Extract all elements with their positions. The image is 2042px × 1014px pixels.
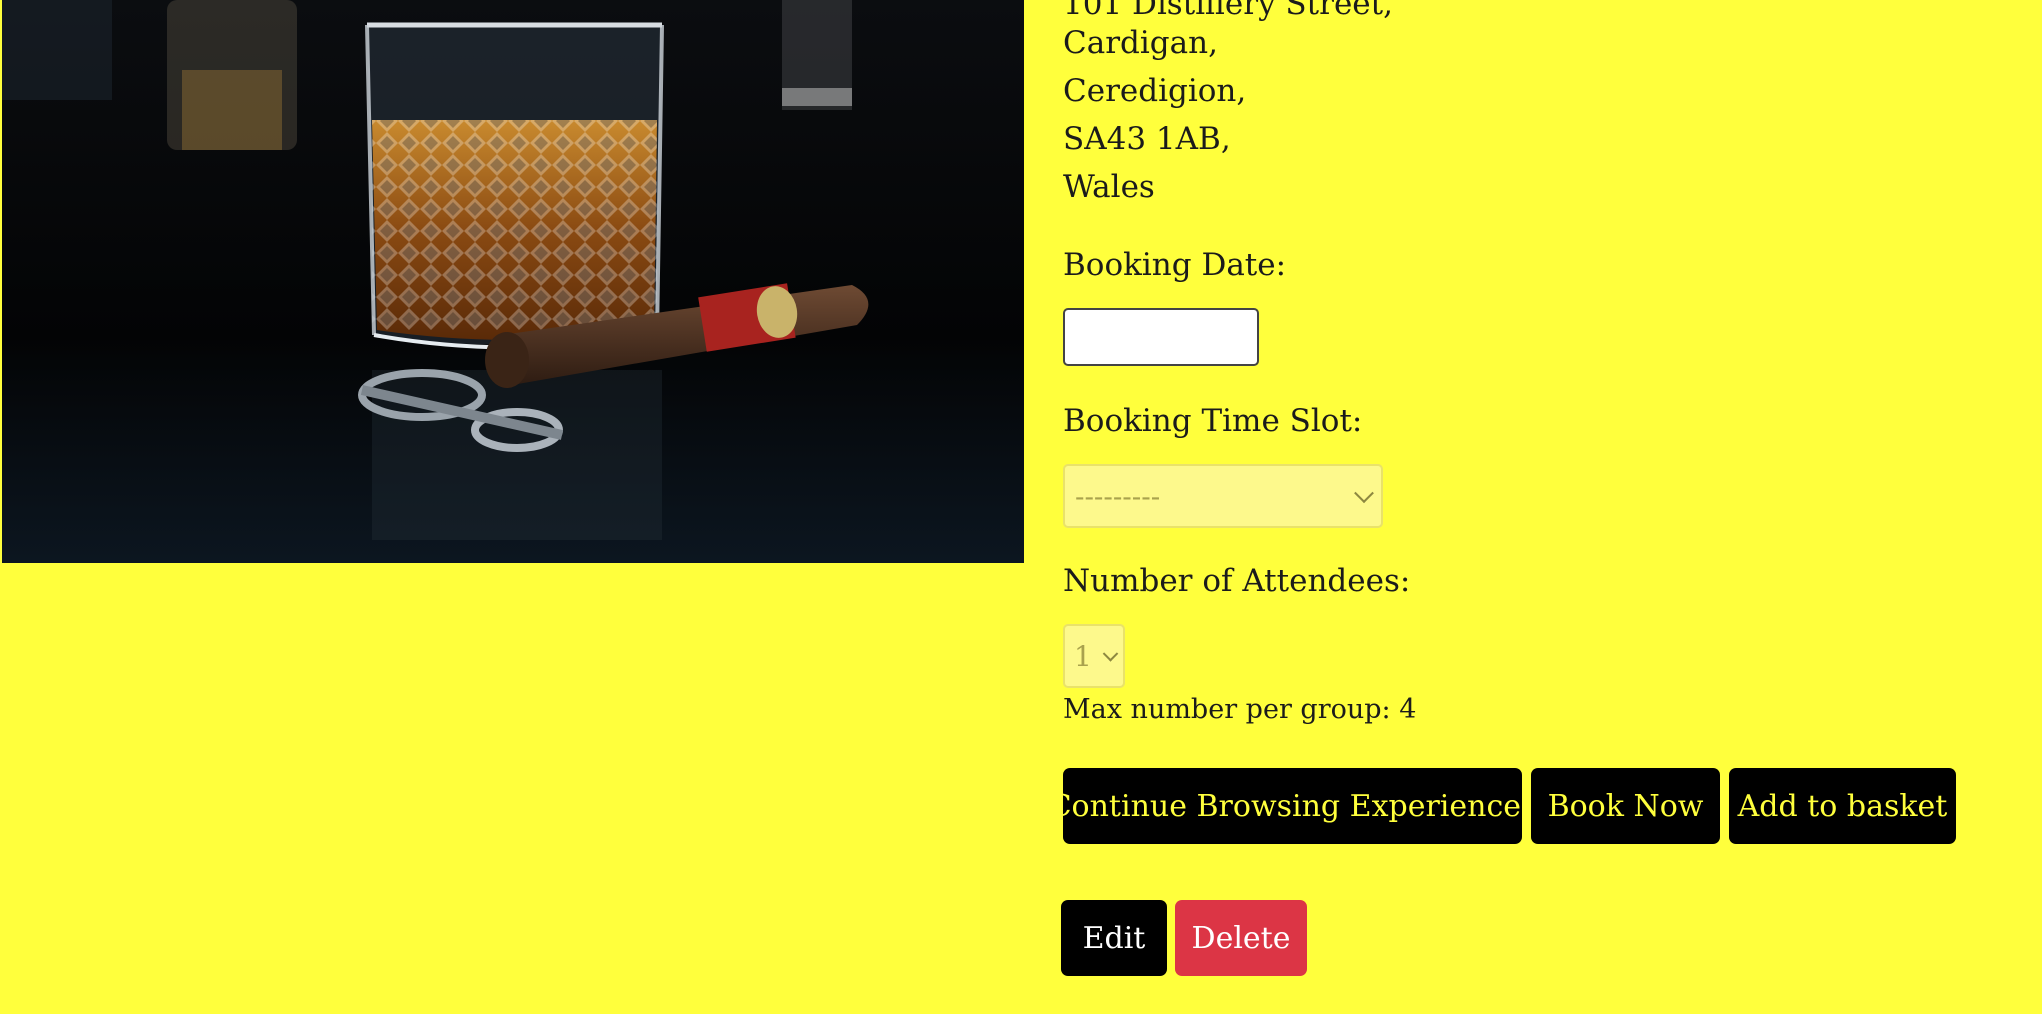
chevron-down-icon: [1354, 483, 1374, 504]
address-line-town: Cardigan,: [1063, 25, 1218, 61]
attendees-label: Number of Attendees:: [1063, 563, 1411, 599]
edit-button[interactable]: Edit: [1061, 900, 1167, 976]
address-line-county: Ceredigion,: [1063, 73, 1247, 109]
max-group-note: Max number per group: 4: [1063, 694, 1417, 725]
chevron-down-icon: [1102, 646, 1119, 662]
continue-browsing-button[interactable]: Continue Browsing Experiences: [1049, 768, 1536, 844]
add-to-basket-button[interactable]: Add to basket: [1729, 768, 1956, 844]
attendees-select[interactable]: 1: [1063, 624, 1125, 688]
booking-date-label: Booking Date:: [1063, 247, 1287, 283]
delete-button[interactable]: Delete: [1175, 900, 1307, 976]
address-line-country: Wales: [1063, 169, 1155, 205]
whisky-cigar-image: [2, 0, 1024, 563]
attendees-value: 1: [1074, 639, 1092, 673]
booking-date-input[interactable]: [1063, 308, 1259, 366]
time-slot-value: ---------: [1075, 479, 1161, 513]
experience-photo: [2, 0, 1024, 563]
book-now-button[interactable]: Book Now: [1531, 768, 1720, 844]
address-line-postcode: SA43 1AB,: [1063, 121, 1231, 157]
booking-time-slot-label: Booking Time Slot:: [1063, 403, 1363, 439]
booking-time-slot-select[interactable]: ---------: [1063, 464, 1383, 528]
